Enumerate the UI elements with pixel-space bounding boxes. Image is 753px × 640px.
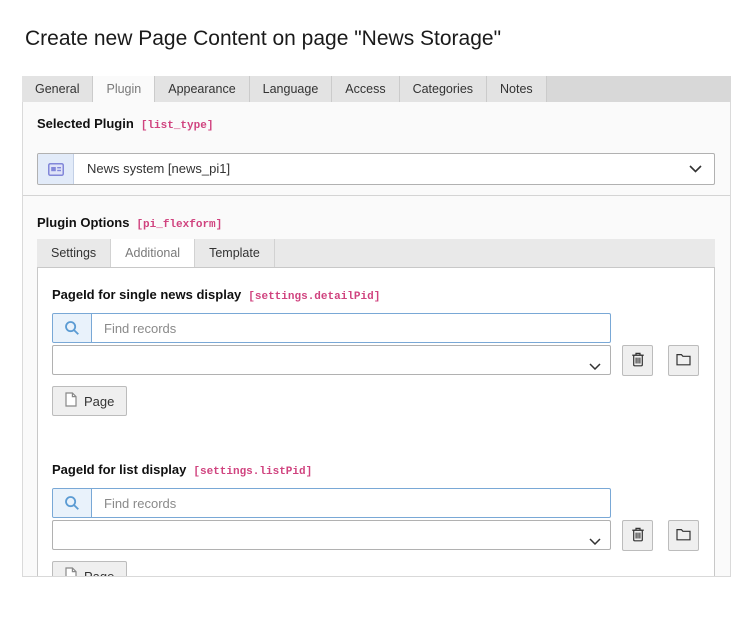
list-pid-page-button[interactable]: Page — [52, 561, 127, 577]
detail-pid-search-group — [52, 313, 611, 343]
search-icon — [53, 314, 92, 342]
tab-settings[interactable]: Settings — [37, 239, 111, 267]
list-pid-row — [52, 520, 700, 551]
flexform-tabbar: Settings Additional Template — [37, 239, 715, 267]
page-icon — [65, 567, 77, 577]
selected-plugin-value: News system [news_pi1] — [74, 154, 689, 184]
detail-pid-browse-button[interactable] — [668, 345, 699, 376]
selected-plugin-code: [list_type] — [141, 120, 214, 132]
page-title: Create new Page Content on page "News St… — [25, 26, 753, 52]
list-pid-search-input[interactable] — [92, 489, 610, 517]
plugin-options-label: Plugin Options [pi_flexform] — [37, 215, 715, 233]
list-pid-label: PageId for list display [settings.listPid… — [52, 462, 700, 480]
list-pid-search-group — [52, 488, 611, 518]
list-pid-label-text: PageId for list display — [52, 462, 186, 477]
tab-panel-plugin: Selected Plugin [list_type] News system [… — [22, 102, 731, 577]
tab-appearance[interactable]: Appearance — [155, 76, 249, 102]
tab-template[interactable]: Template — [195, 239, 275, 267]
page-button-label: Page — [84, 394, 114, 409]
tab-categories[interactable]: Categories — [400, 76, 487, 102]
list-pid-record-select[interactable] — [52, 520, 611, 550]
page-button-label: Page — [84, 569, 114, 578]
tab-access[interactable]: Access — [332, 76, 399, 102]
folder-icon — [676, 353, 691, 369]
folder-icon — [676, 528, 691, 544]
newspaper-plugin-icon — [38, 154, 74, 184]
trash-icon — [631, 527, 645, 545]
list-pid-remove-button[interactable] — [622, 520, 653, 551]
tab-additional[interactable]: Additional — [111, 239, 195, 267]
page-icon — [65, 392, 77, 410]
tab-general[interactable]: General — [22, 76, 93, 102]
detail-pid-row — [52, 345, 700, 376]
chevron-down-icon — [689, 154, 702, 184]
field-list-pid: PageId for list display [settings.listPid… — [52, 462, 700, 577]
search-icon — [53, 489, 92, 517]
chevron-down-icon — [589, 532, 601, 550]
selected-plugin-label: Selected Plugin [list_type] — [37, 116, 715, 134]
chevron-down-icon — [589, 357, 601, 375]
detail-pid-search-input[interactable] — [92, 314, 610, 342]
list-pid-code: [settings.listPid] — [193, 466, 312, 478]
detail-pid-code: [settings.detailPid] — [248, 291, 380, 303]
detail-pid-remove-button[interactable] — [622, 345, 653, 376]
plugin-options-label-text: Plugin Options — [37, 215, 129, 230]
trash-icon — [631, 352, 645, 370]
tab-notes[interactable]: Notes — [487, 76, 547, 102]
main-tabbar: General Plugin Appearance Language Acces… — [22, 76, 731, 102]
selected-plugin-select[interactable]: News system [news_pi1] — [37, 153, 715, 185]
detail-pid-page-button[interactable]: Page — [52, 386, 127, 416]
selected-plugin-label-text: Selected Plugin — [37, 116, 134, 131]
list-pid-browse-button[interactable] — [668, 520, 699, 551]
tab-plugin[interactable]: Plugin — [93, 76, 155, 102]
flexform-panel-additional: PageId for single news display [settings.… — [37, 267, 715, 577]
detail-pid-record-select[interactable] — [52, 345, 611, 375]
detail-pid-label-text: PageId for single news display — [52, 287, 241, 302]
selected-plugin-section: Selected Plugin [list_type] News system [… — [23, 102, 730, 196]
record-form: General Plugin Appearance Language Acces… — [22, 76, 731, 577]
plugin-options-section: Plugin Options [pi_flexform] Settings Add… — [23, 196, 730, 577]
tab-language[interactable]: Language — [250, 76, 333, 102]
detail-pid-label: PageId for single news display [settings.… — [52, 287, 700, 305]
field-detail-pid: PageId for single news display [settings.… — [52, 287, 700, 416]
plugin-options-code: [pi_flexform] — [136, 219, 222, 231]
